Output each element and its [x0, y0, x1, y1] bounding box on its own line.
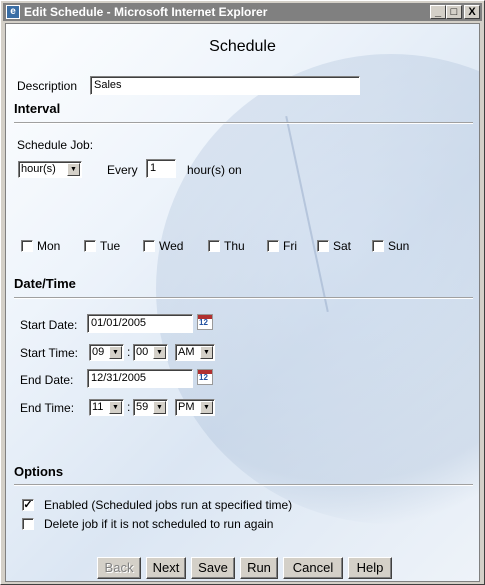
thu-label: Thu — [224, 239, 245, 253]
mon-label: Mon — [37, 239, 61, 253]
enabled-label: Enabled (Scheduled jobs run at specified… — [44, 498, 293, 512]
end-minute-select[interactable]: 59 ▼ — [133, 399, 168, 416]
ie-icon: e — [6, 5, 20, 19]
datetime-divider — [14, 297, 473, 299]
end-ampm-select[interactable]: PM ▼ — [175, 399, 215, 416]
next-button[interactable]: Next — [146, 557, 186, 579]
end-minute-value: 59 — [136, 401, 149, 413]
mon-checkbox[interactable] — [21, 240, 33, 252]
thu-checkbox[interactable] — [208, 240, 220, 252]
options-divider — [14, 484, 473, 486]
start-hour-select[interactable]: 09 ▼ — [89, 344, 124, 361]
dialog-content: Schedule Description Sales Interval Sche… — [5, 23, 480, 582]
fri-label: Fri — [283, 239, 297, 253]
start-date-input[interactable]: 01/01/2005 — [87, 314, 193, 333]
calendar-icon[interactable]: 12 — [197, 314, 213, 330]
chevron-down-icon[interactable]: ▼ — [109, 346, 122, 359]
run-button[interactable]: Run — [240, 557, 278, 579]
start-date-label: Start Date: — [20, 318, 78, 332]
save-button[interactable]: Save — [191, 557, 235, 579]
end-hour-select[interactable]: 11 ▼ — [89, 399, 124, 416]
schedule-job-label: Schedule Job: — [17, 138, 94, 152]
chevron-down-icon[interactable]: ▼ — [153, 346, 166, 359]
start-ampm-select[interactable]: AM ▼ — [175, 344, 215, 361]
description-label: Description — [17, 79, 78, 93]
ie-window: e Edit Schedule - Microsoft Internet Exp… — [0, 0, 485, 585]
tue-checkbox[interactable] — [84, 240, 96, 252]
start-minute-select[interactable]: 00 ▼ — [133, 344, 168, 361]
wed-checkbox[interactable] — [143, 240, 155, 252]
background-globe — [156, 54, 479, 524]
start-time-label: Start Time: — [20, 346, 79, 360]
title-bar[interactable]: e Edit Schedule - Microsoft Internet Exp… — [3, 3, 482, 21]
chevron-down-icon[interactable]: ▼ — [67, 163, 80, 176]
delete-job-checkbox[interactable] — [22, 518, 34, 530]
back-button[interactable]: Back — [97, 557, 141, 579]
sat-checkbox[interactable] — [317, 240, 329, 252]
start-ampm-value: AM — [178, 346, 195, 358]
calendar-number: 12 — [199, 318, 208, 327]
end-hour-value: 11 — [92, 401, 104, 413]
delete-job-label: Delete job if it is not scheduled to run… — [44, 517, 274, 531]
every-label: Every — [107, 163, 138, 177]
chevron-down-icon[interactable]: ▼ — [153, 401, 166, 414]
end-date-input[interactable]: 12/31/2005 — [87, 369, 193, 388]
cancel-button[interactable]: Cancel — [283, 557, 343, 579]
interval-unit-value: hour(s) — [21, 163, 56, 175]
close-button[interactable]: X — [464, 5, 480, 19]
fri-checkbox[interactable] — [267, 240, 279, 252]
help-button[interactable]: Help — [348, 557, 392, 579]
time-colon: : — [127, 345, 131, 359]
sat-label: Sat — [333, 239, 352, 253]
datetime-heading: Date/Time — [14, 276, 76, 291]
start-hour-value: 09 — [92, 346, 105, 358]
options-heading: Options — [14, 464, 64, 479]
page-title: Schedule — [209, 38, 276, 55]
start-minute-value: 00 — [136, 346, 149, 358]
wed-label: Wed — [159, 239, 184, 253]
interval-unit-select[interactable]: hour(s) ▼ — [18, 161, 82, 178]
chevron-down-icon[interactable]: ▼ — [109, 401, 122, 414]
window-title: Edit Schedule - Microsoft Internet Explo… — [24, 5, 268, 19]
every-input[interactable]: 1 — [146, 159, 176, 178]
maximize-button[interactable]: □ — [446, 5, 462, 19]
calendar-icon[interactable]: 12 — [197, 369, 213, 385]
minimize-button[interactable]: _ — [430, 5, 446, 19]
sun-checkbox[interactable] — [372, 240, 384, 252]
description-input[interactable]: Sales — [90, 76, 360, 95]
interval-suffix: hour(s) on — [187, 163, 242, 177]
interval-heading: Interval — [14, 101, 61, 116]
chevron-down-icon[interactable]: ▼ — [200, 346, 213, 359]
end-ampm-value: PM — [178, 401, 195, 413]
time-colon: : — [127, 400, 131, 414]
tue-label: Tue — [100, 239, 121, 253]
sun-label: Sun — [388, 239, 410, 253]
chevron-down-icon[interactable]: ▼ — [200, 401, 213, 414]
enabled-checkbox[interactable]: ✓ — [22, 499, 34, 511]
interval-divider — [14, 122, 473, 124]
calendar-number: 12 — [199, 373, 208, 382]
end-date-label: End Date: — [20, 373, 74, 387]
end-time-label: End Time: — [20, 401, 75, 415]
